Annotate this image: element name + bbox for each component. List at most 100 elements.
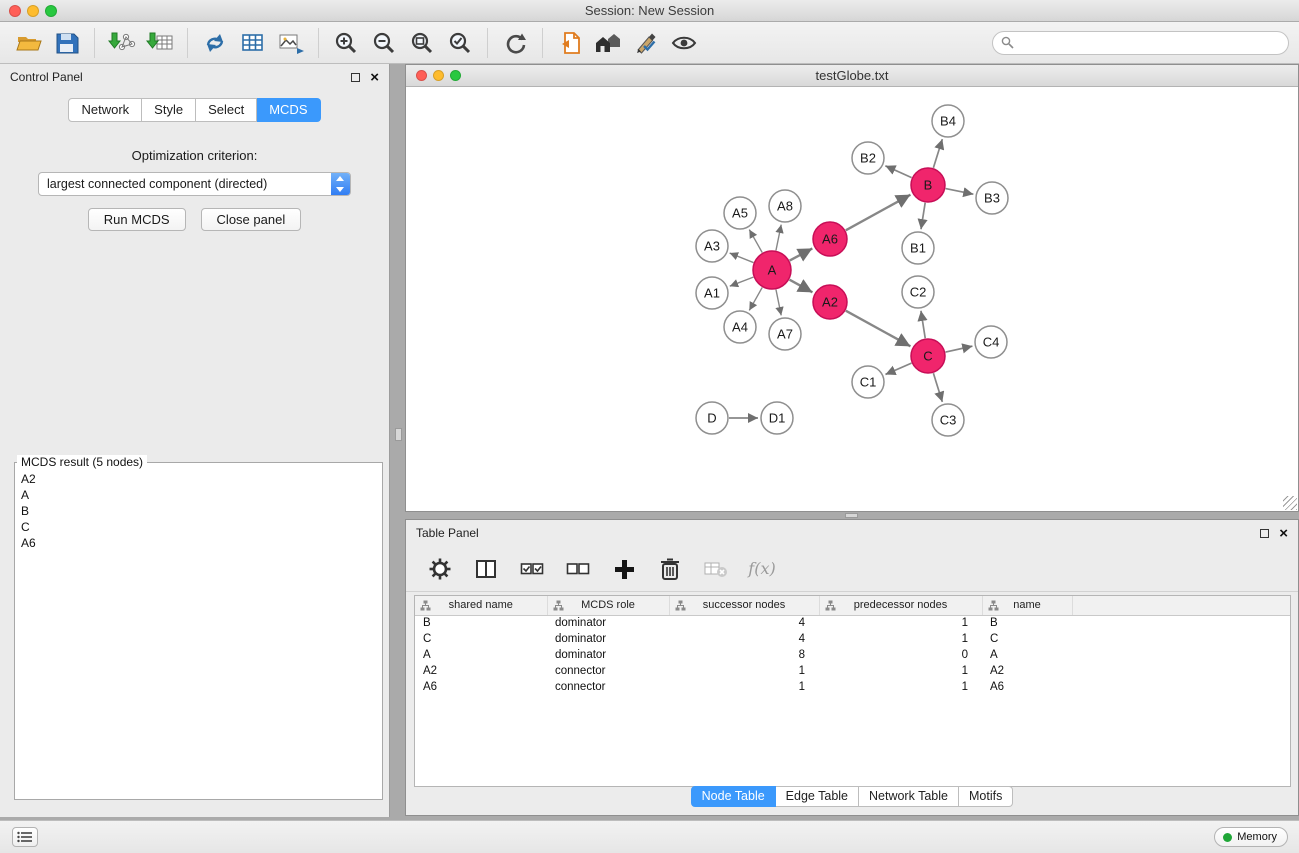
graph-edge-A-A2[interactable] (790, 280, 813, 293)
table-cell[interactable]: A2 (415, 663, 547, 679)
table-cell[interactable]: B (982, 615, 1072, 631)
task-history-button[interactable] (12, 827, 38, 847)
table-cell[interactable]: A6 (415, 679, 547, 695)
control-panel-header[interactable]: Control Panel × (0, 64, 389, 90)
resize-corner-grip[interactable] (1283, 496, 1297, 510)
table-cell[interactable]: A (982, 647, 1072, 663)
graph-edge-B-B2[interactable] (885, 166, 911, 178)
graph-edge-C-C4[interactable] (946, 346, 973, 352)
graph-edge-A-A4[interactable] (749, 287, 762, 310)
table-cell[interactable]: 1 (819, 631, 982, 647)
vertical-splitter-grip[interactable] (395, 428, 402, 441)
zoom-fit-button[interactable] (403, 25, 441, 61)
deselect-all-button[interactable] (562, 553, 594, 585)
column-header-shared-name[interactable]: shared name (415, 596, 547, 615)
table-cell[interactable]: 1 (669, 663, 819, 679)
function-builder-button[interactable]: f(x) (746, 553, 778, 585)
table-cell[interactable]: 1 (819, 663, 982, 679)
horizontal-splitter-grip[interactable] (845, 513, 858, 518)
mcds-result-item[interactable]: C (21, 519, 376, 535)
close-network-window-button[interactable] (416, 70, 427, 81)
home-button[interactable] (589, 25, 627, 61)
select-all-button[interactable] (516, 553, 548, 585)
float-table-panel-icon[interactable] (1260, 529, 1269, 538)
network-graph[interactable]: B4B2BB3A5A8A6A3B1AA1C2A2A4A7C4CC1C3DD1 (406, 87, 1298, 511)
column-header-mcds-role[interactable]: MCDS role (547, 596, 669, 615)
dropdown-stepper-icon[interactable] (331, 172, 350, 196)
table-cell[interactable]: 1 (819, 615, 982, 631)
table-cell[interactable]: A2 (982, 663, 1072, 679)
control-tab-style[interactable]: Style (142, 98, 196, 122)
graph-edge-C-C1[interactable] (885, 363, 911, 374)
mcds-result-item[interactable]: B (21, 503, 376, 519)
refresh-view-button[interactable] (496, 25, 534, 61)
graph-edge-A-A6[interactable] (790, 248, 813, 260)
control-tab-mcds[interactable]: MCDS (257, 98, 320, 122)
table-cell[interactable]: C (415, 631, 547, 647)
table-cell[interactable]: dominator (547, 647, 669, 663)
minimize-window-button[interactable] (27, 5, 39, 17)
apply-style-button[interactable] (627, 25, 665, 61)
add-row-button[interactable] (608, 553, 640, 585)
window-titlebar[interactable]: Session: New Session (0, 0, 1299, 22)
table-tab-motifs[interactable]: Motifs (959, 786, 1013, 807)
table-cell[interactable]: 0 (819, 647, 982, 663)
control-tab-network[interactable]: Network (68, 98, 142, 122)
graph-edge-A-A7[interactable] (776, 290, 781, 316)
save-session-button[interactable] (48, 25, 86, 61)
table-cell[interactable]: 4 (669, 615, 819, 631)
control-tab-select[interactable]: Select (196, 98, 257, 122)
table-row[interactable]: Adominator80A (415, 647, 1291, 663)
clear-table-button[interactable] (700, 553, 732, 585)
graph-edge-A-A5[interactable] (749, 230, 762, 253)
table-panel-header[interactable]: Table Panel × (406, 520, 1298, 546)
show-details-button[interactable] (665, 25, 703, 61)
table-cell[interactable]: connector (547, 679, 669, 695)
new-table-button[interactable] (234, 25, 272, 61)
open-document-button[interactable] (551, 25, 589, 61)
table-cell[interactable]: 1 (819, 679, 982, 695)
mcds-result-item[interactable]: A (21, 487, 376, 503)
column-header-name[interactable]: name (982, 596, 1072, 615)
table-cell[interactable]: 4 (669, 631, 819, 647)
import-network-button[interactable] (103, 25, 141, 61)
table-tab-node-table[interactable]: Node Table (691, 786, 776, 807)
run-mcds-button[interactable]: Run MCDS (88, 208, 186, 231)
table-tab-edge-table[interactable]: Edge Table (776, 786, 859, 807)
table-cell[interactable]: A (415, 647, 547, 663)
graph-edge-C-C2[interactable] (921, 311, 925, 338)
table-row[interactable]: A2connector11A2 (415, 663, 1291, 679)
table-cell[interactable]: 1 (669, 679, 819, 695)
new-network-button[interactable] (196, 25, 234, 61)
graph-edge-A-A3[interactable] (730, 253, 754, 263)
table-cell[interactable]: A6 (982, 679, 1072, 695)
close-panel-button[interactable]: Close panel (201, 208, 302, 231)
table-row[interactable]: A6connector11A6 (415, 679, 1291, 695)
graph-edge-A2-C[interactable] (846, 311, 911, 347)
close-table-panel-icon[interactable]: × (1279, 526, 1288, 541)
table-cell[interactable]: B (415, 615, 547, 631)
node-table-container[interactable]: shared nameMCDS rolesuccessor nodesprede… (414, 595, 1291, 787)
network-window-titlebar[interactable]: testGlobe.txt (406, 65, 1298, 87)
table-tab-network-table[interactable]: Network Table (859, 786, 959, 807)
memory-button[interactable]: Memory (1214, 827, 1288, 847)
graph-edge-A6-B[interactable] (846, 195, 911, 231)
mcds-result-item[interactable]: A6 (21, 535, 376, 551)
zoom-in-button[interactable] (327, 25, 365, 61)
zoom-selected-button[interactable] (441, 25, 479, 61)
graph-edge-B-B1[interactable] (921, 203, 925, 229)
criterion-dropdown[interactable]: largest connected component (directed) (38, 172, 351, 196)
search-box[interactable] (992, 31, 1289, 55)
minimize-network-window-button[interactable] (433, 70, 444, 81)
graph-edge-B-B3[interactable] (946, 189, 974, 195)
table-cell[interactable]: C (982, 631, 1072, 647)
column-header-successor-nodes[interactable]: successor nodes (669, 596, 819, 615)
delete-row-button[interactable] (654, 553, 686, 585)
zoom-out-button[interactable] (365, 25, 403, 61)
fullscreen-window-button[interactable] (45, 5, 57, 17)
table-row[interactable]: Cdominator41C (415, 631, 1291, 647)
graph-edge-A-A1[interactable] (730, 277, 754, 286)
table-row[interactable]: Bdominator41B (415, 615, 1291, 631)
search-input[interactable] (1019, 36, 1280, 50)
table-cell[interactable]: 8 (669, 647, 819, 663)
